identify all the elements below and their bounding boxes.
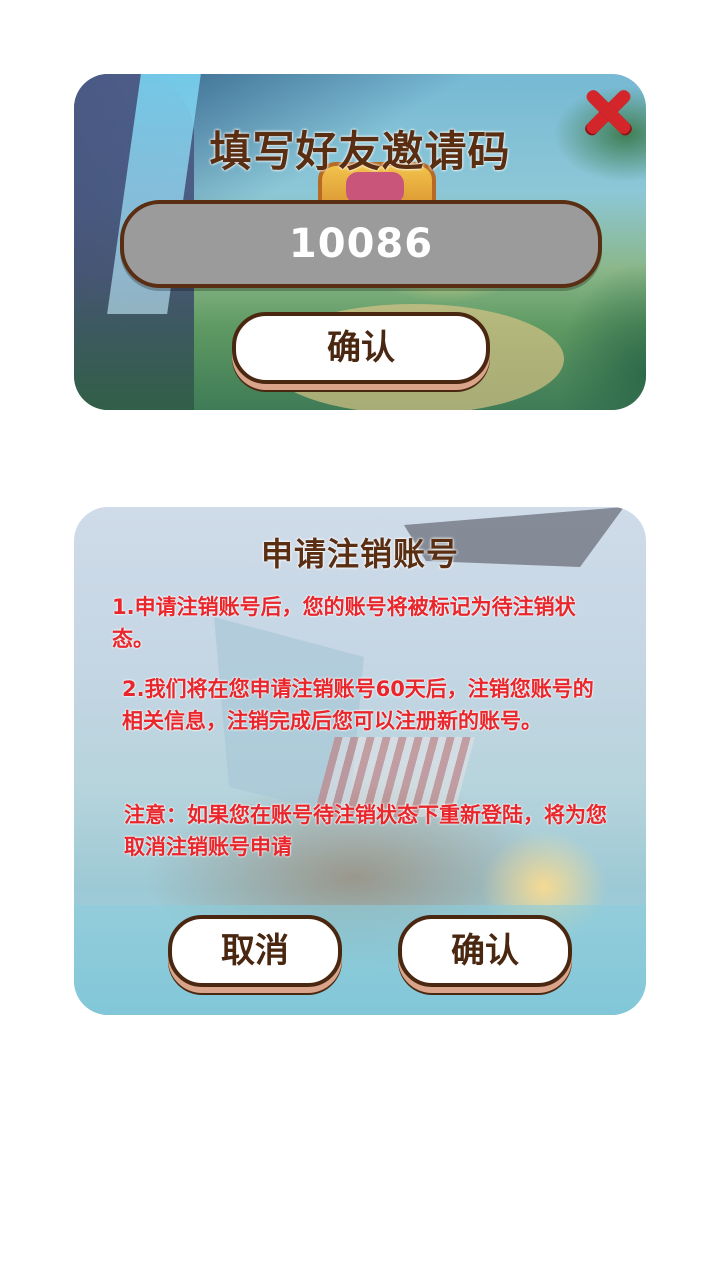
confirm-button[interactable]: 确认	[398, 915, 572, 987]
close-icon[interactable]	[584, 88, 632, 136]
invite-confirm-button[interactable]: 确认	[232, 312, 490, 384]
notice-text-1: 1.申请注销账号后，您的账号将被标记为待注销状态。	[112, 595, 576, 651]
notice-text-2: 2.我们将在您申请注销账号60天后，注销您账号的相关信息，注销完成后您可以注册新…	[122, 677, 594, 733]
invite-code-input[interactable]: 10086	[120, 200, 602, 288]
notice-text-warning: 注意：如果您在账号待注销状态下重新登陆，将为您取消注销账号申请	[124, 803, 607, 859]
cancellation-dialog-title: 申请注销账号	[260, 535, 459, 573]
invite-code-dialog: 填写好友邀请码 10086 确认	[74, 74, 646, 410]
invite-dialog-title: 填写好友邀请码	[209, 127, 511, 176]
cancel-button[interactable]: 取消	[168, 915, 342, 987]
account-cancellation-dialog: 申请注销账号 1.申请注销账号后，您的账号将被标记为待注销状态。 2.我们将在您…	[74, 507, 646, 1015]
